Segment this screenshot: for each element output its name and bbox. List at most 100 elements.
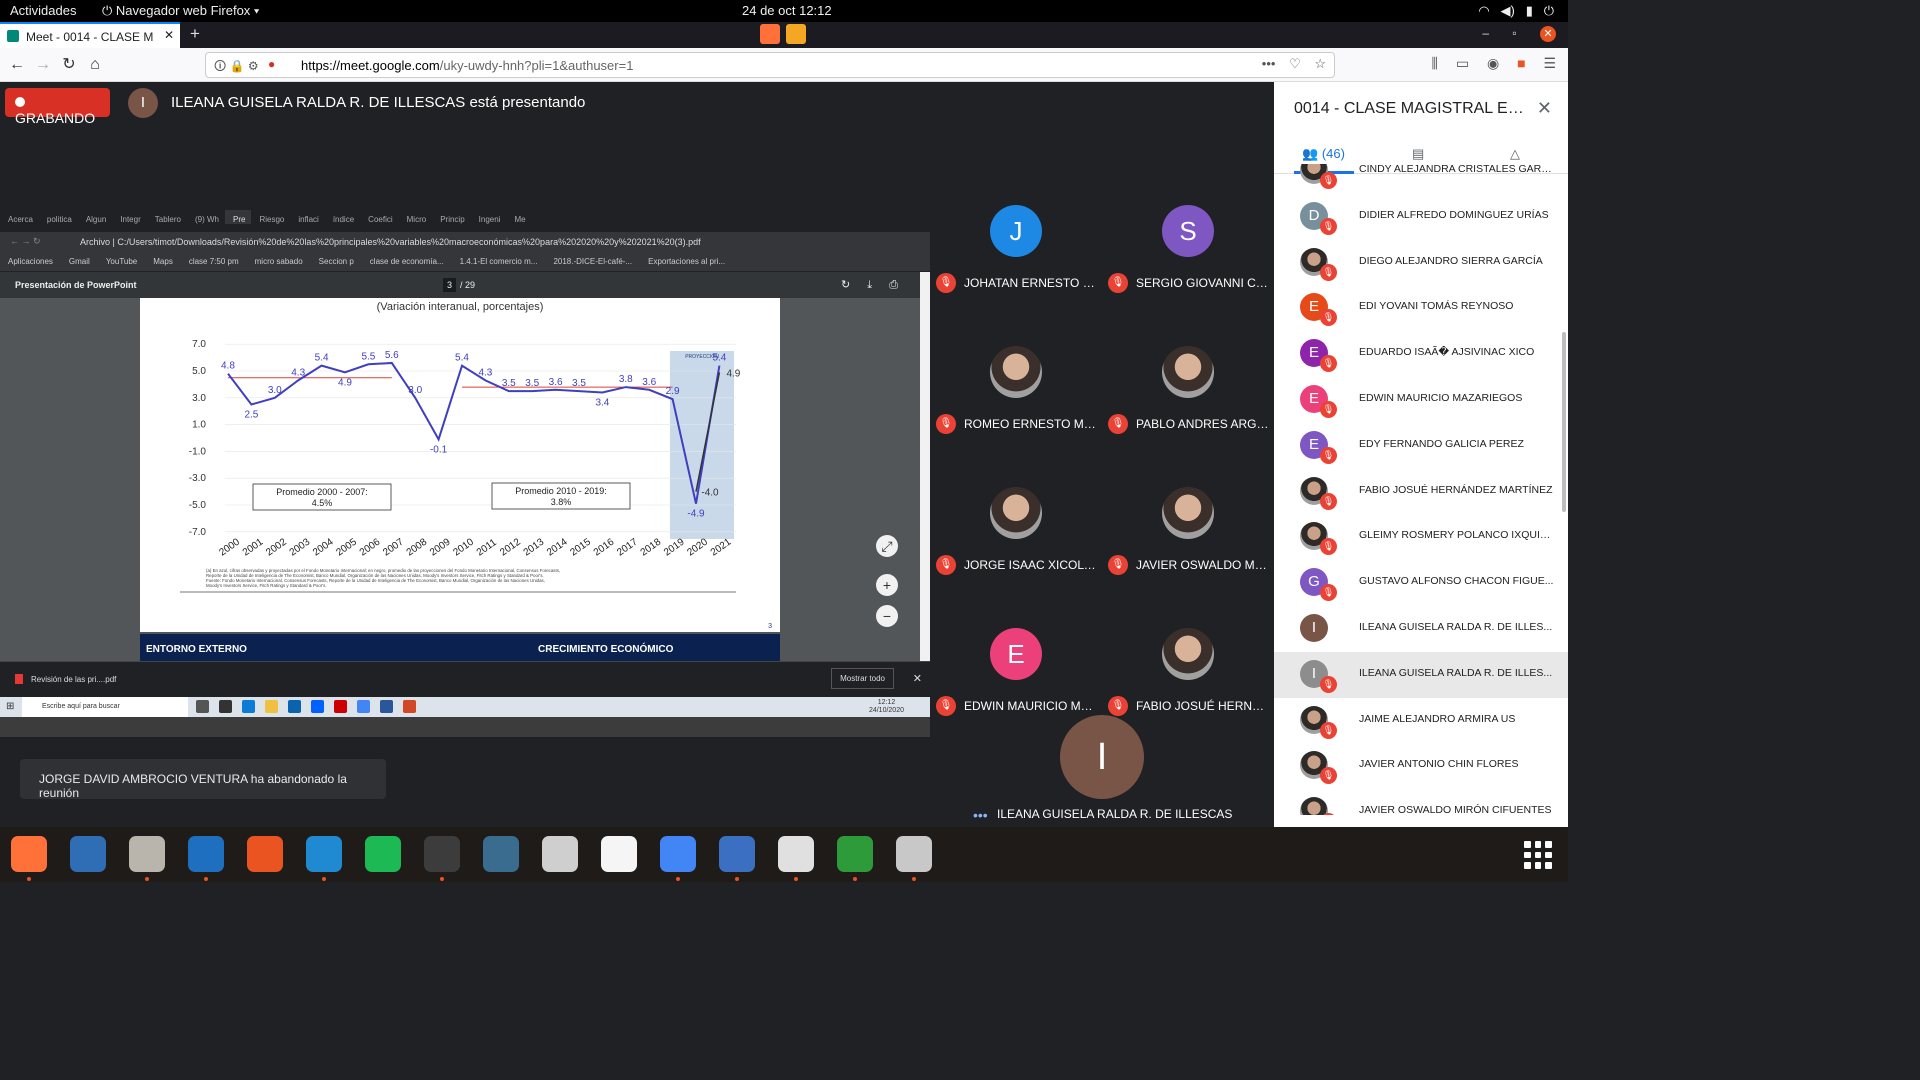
usb-drive-icon[interactable] [896, 836, 932, 881]
kazam-icon[interactable] [719, 836, 755, 881]
tab-close-icon[interactable]: ✕ [164, 28, 174, 42]
files-icon[interactable] [129, 836, 165, 881]
participant-tile[interactable]: 🎙 JORGE ISAAC XICOL VI... [930, 461, 1102, 601]
pdf-file-icon [15, 674, 23, 684]
account-icon[interactable]: ◉ [1487, 55, 1499, 71]
participant-name: CINDY ALEJANDRA CRISTALES GARC... [1359, 164, 1554, 175]
average-box-title: Promedio 2010 - 2019: [515, 486, 607, 496]
running-indicator [27, 877, 31, 881]
thunderbird-icon[interactable] [70, 836, 106, 872]
toast-text: JORGE DAVID AMBROCIO VENTURA ha abandona… [39, 772, 347, 800]
firefox-icon[interactable] [11, 836, 47, 881]
system-tray[interactable]: ◠ ◀) ▮ ⏻ [1478, 3, 1554, 19]
list-item[interactable]: 🎙 CINDY ALEJANDRA CRISTALES GARC... [1274, 164, 1568, 194]
software-icon[interactable] [247, 836, 283, 872]
sharing-indicator[interactable] [760, 24, 808, 49]
bookmark-star-icon[interactable]: ☆ [1314, 56, 1326, 71]
spotify-icon[interactable] [365, 836, 401, 872]
database-icon[interactable] [542, 836, 578, 872]
menu-icon[interactable]: ☰ [1543, 55, 1556, 71]
list-item[interactable]: D 🎙 DIDIER ALFREDO DOMINGUEZ URÍAS [1274, 194, 1568, 240]
list-item[interactable]: E 🎙 EDWIN MAURICIO MAZARIEGOS [1274, 377, 1568, 423]
new-tab-button[interactable]: + [190, 24, 200, 44]
y-tick-label: -1.0 [189, 446, 207, 457]
participant-name: SERGIO GIOVANNI CAS... [1136, 276, 1270, 290]
tab-activities[interactable]: △ [1510, 146, 1520, 162]
tab-meet[interactable]: Meet - 0014 - CLASE M ✕ [0, 22, 180, 48]
pdf-tools: ↻ ⤓ ⎙ [827, 278, 898, 292]
mic-off-icon: 🎙 [936, 555, 956, 575]
pdf-toolbar: Presentación de PowerPoint 3/ 29 ↻ ⤓ ⎙ [0, 272, 920, 298]
library-icon[interactable]: ⫼ [1432, 55, 1438, 71]
participant-tile[interactable]: 🎙 JAVIER OSWALDO MIR... [1102, 461, 1274, 601]
show-applications-button[interactable] [1524, 841, 1552, 869]
document-viewer-icon[interactable] [778, 836, 814, 881]
list-item[interactable]: 🎙JAVIER OSWALDO MIRÓN CIFUENTES [1274, 789, 1568, 815]
list-item[interactable]: 🎙 GLEIMY ROSMERY POLANCO IXQUIAC [1274, 514, 1568, 560]
data-label: 3.8 [619, 374, 633, 385]
participant-tile[interactable]: S 🎙 SERGIO GIOVANNI CAS... [1102, 179, 1274, 319]
x-tick-label: 2020 [685, 536, 710, 558]
activities-button[interactable]: Actividades [10, 3, 76, 18]
app-menu[interactable]: ⏻ Navegador web Firefox ▾ [102, 3, 259, 19]
microphone-permission-icon[interactable]: ● [268, 57, 275, 71]
list-item[interactable]: I ILEANA GUISELA RALDA R. DE ILLES... [1274, 606, 1568, 652]
participant-list-scrollbar[interactable] [1562, 332, 1566, 512]
list-item[interactable]: E 🎙 EDI YOVANI TOMÁS REYNOSO [1274, 285, 1568, 331]
avatar [990, 346, 1042, 398]
close-panel-icon[interactable]: ✕ [1537, 98, 1552, 119]
shared-browser-tab: Coefici [368, 215, 393, 224]
participant-tile[interactable]: 🎙 ROMEO ERNESTO MAR... [930, 320, 1102, 460]
average-box-value: 4.5% [312, 498, 333, 508]
writer-icon[interactable] [188, 836, 224, 881]
list-item[interactable]: 🎙 FABIO JOSUÉ HERNÁNDEZ MARTÍNEZ [1274, 469, 1568, 515]
list-item[interactable]: I 🎙 ILEANA GUISELA RALDA R. DE ILLES... [1274, 651, 1568, 698]
forward-button[interactable]: → [32, 54, 54, 76]
minimize-button[interactable]: – [1482, 26, 1489, 40]
list-item[interactable]: E 🎙 EDUARDO ISAÃ� AJSIVINAC XICO [1274, 331, 1568, 377]
window-close-button[interactable]: ✕ [1540, 26, 1556, 42]
home-button[interactable]: ⌂ [84, 54, 106, 76]
list-item[interactable]: 🎙 DIEGO ALEJANDRO SIERRA GARCÍA [1274, 240, 1568, 286]
pocket-icon[interactable]: ♡ [1289, 56, 1301, 71]
calc-icon[interactable] [837, 836, 873, 881]
avatar-photo [1300, 797, 1328, 815]
participant-tile-presenter[interactable]: I ••• ILEANA GUISELA RALDA R. DE ILLESCA… [963, 687, 1243, 827]
site-info-icon[interactable]: 🛈 🔒 ⚙ [214, 57, 259, 78]
zoom-in-icon: + [876, 574, 898, 596]
list-item[interactable]: G 🎙 GUSTAVO ALFONSO CHACON FIGUE... [1274, 560, 1568, 606]
mic-off-icon: 🎙 [1320, 309, 1337, 327]
clock[interactable]: 24 de oct 12:12 [742, 3, 832, 18]
app-menu-label: Navegador web Firefox ▾ [115, 3, 260, 18]
extension-icon[interactable]: ■ [1517, 55, 1525, 71]
back-button[interactable]: ← [6, 54, 28, 76]
mysql-workbench-icon[interactable] [483, 836, 519, 872]
shared-browser-tab: Me [514, 215, 526, 224]
list-item[interactable]: 🎙 JAVIER ANTONIO CHIN FLORES [1274, 743, 1568, 789]
participant-tile[interactable]: 🎙 PABLO ANDRES ARGUE... [1102, 320, 1274, 460]
url-bar[interactable]: 🛈 🔒 ⚙ ● https://meet.google.com/uky-uwdy… [205, 52, 1335, 78]
tab-people[interactable]: 👥 (46) [1302, 146, 1345, 162]
shared-bookmark: Exportaciones al pri... [648, 257, 726, 266]
text-editor-icon[interactable] [601, 836, 637, 872]
apps-grid-dot [1545, 841, 1552, 848]
gdp-growth-chart: (Variación interanual, porcentajes) PROY… [180, 301, 772, 630]
list-item[interactable]: E 🎙 EDY FERNANDO GALICIA PEREZ [1274, 423, 1568, 469]
y-tick-label: 3.0 [192, 393, 206, 404]
data-label: 3.5 [572, 378, 586, 389]
apps-grid-dot [1545, 862, 1552, 869]
vscode-icon[interactable] [306, 836, 342, 881]
shared-bookmark: Aplicaciones [8, 257, 53, 266]
shared-address-bar: ← → ↻ Archivo | C:/Users/timot/Downloads… [0, 232, 930, 253]
page-actions-icon[interactable]: ••• [1262, 56, 1276, 71]
tab-chat[interactable]: ▤ [1412, 146, 1424, 162]
terminal-icon[interactable] [424, 836, 460, 881]
chrome-icon[interactable] [660, 836, 696, 881]
running-indicator [440, 877, 444, 881]
reload-button[interactable]: ↻ [58, 54, 80, 76]
maximize-button[interactable]: ▫ [1512, 26, 1516, 40]
participant-tile[interactable]: J 🎙 JOHATAN ERNESTO FU... [930, 179, 1102, 319]
slide: (Variación interanual, porcentajes) PROY… [140, 298, 780, 632]
sidebar-icon[interactable]: ▭ [1456, 55, 1469, 71]
list-item[interactable]: 🎙 JAIME ALEJANDRO ARMIRA US [1274, 698, 1568, 744]
